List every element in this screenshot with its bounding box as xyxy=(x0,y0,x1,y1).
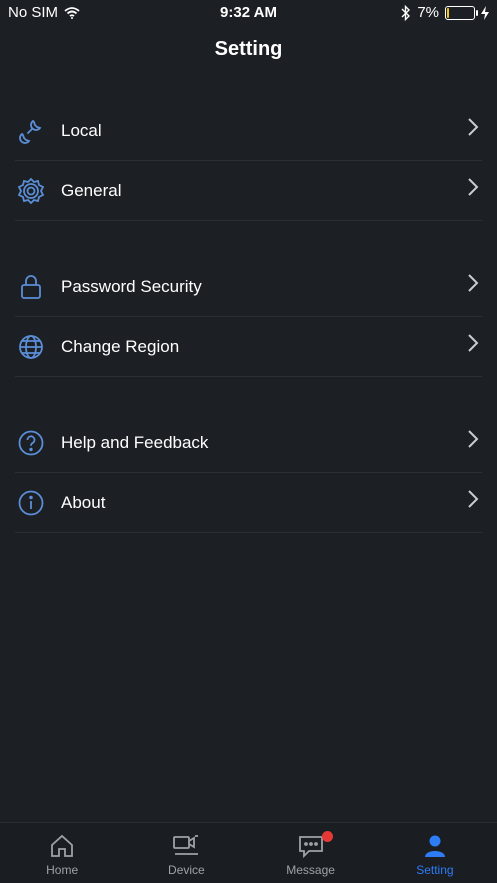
settings-item-label: General xyxy=(61,180,122,200)
settings-item-general[interactable]: General xyxy=(15,161,482,221)
status-right: 7% xyxy=(401,4,489,21)
gear-icon xyxy=(15,175,47,207)
tab-bar: Home Device Message Setting xyxy=(0,822,497,883)
tab-label: Home xyxy=(46,863,79,877)
battery-percent: 7% xyxy=(417,4,439,21)
tab-home[interactable]: Home xyxy=(0,823,124,883)
settings-item-change-region[interactable]: Change Region xyxy=(15,317,482,377)
page-title: Setting xyxy=(214,38,283,60)
chevron-right-icon xyxy=(468,178,479,196)
globe-icon xyxy=(15,331,47,363)
settings-item-about[interactable]: About xyxy=(15,473,482,533)
tab-label: Setting xyxy=(416,863,454,877)
lock-icon xyxy=(15,271,47,303)
settings-item-label: Help and Feedback xyxy=(61,432,209,452)
settings-group-3: Help and Feedback About xyxy=(0,413,497,533)
settings-item-label: About xyxy=(61,492,106,512)
battery-fill xyxy=(447,7,450,18)
device-icon xyxy=(173,835,199,855)
tab-message[interactable]: Message xyxy=(249,823,373,883)
tab-label: Device xyxy=(168,863,205,877)
help-icon xyxy=(15,427,47,459)
chevron-right-icon xyxy=(468,274,479,292)
chevron-right-icon xyxy=(468,118,479,136)
tab-setting[interactable]: Setting xyxy=(373,823,497,883)
chevron-right-icon xyxy=(468,334,479,352)
settings-item-local[interactable]: Local xyxy=(15,101,482,161)
user-icon xyxy=(424,835,445,857)
charging-bolt-icon xyxy=(481,5,489,20)
settings-group-1: Local General xyxy=(0,101,497,221)
settings-item-password-security[interactable]: Password Security xyxy=(15,257,482,317)
unread-badge xyxy=(321,831,333,842)
settings-item-label: Local xyxy=(61,120,102,140)
settings-item-help-feedback[interactable]: Help and Feedback xyxy=(15,413,482,473)
tab-label: Message xyxy=(286,863,335,877)
message-icon xyxy=(298,836,323,859)
wrench-icon xyxy=(15,115,47,147)
chevron-right-icon xyxy=(468,490,479,508)
status-bar: No SIM 9:32 AM 7% xyxy=(0,0,497,26)
battery-icon xyxy=(445,5,478,20)
settings-item-label: Password Security xyxy=(61,276,202,296)
settings-item-label: Change Region xyxy=(61,336,180,356)
info-icon xyxy=(15,487,47,519)
home-icon xyxy=(51,834,74,857)
chevron-right-icon xyxy=(468,430,479,448)
bluetooth-icon xyxy=(401,4,411,21)
settings-group-2: Password Security Change Region xyxy=(0,257,497,377)
tab-device[interactable]: Device xyxy=(124,823,248,883)
